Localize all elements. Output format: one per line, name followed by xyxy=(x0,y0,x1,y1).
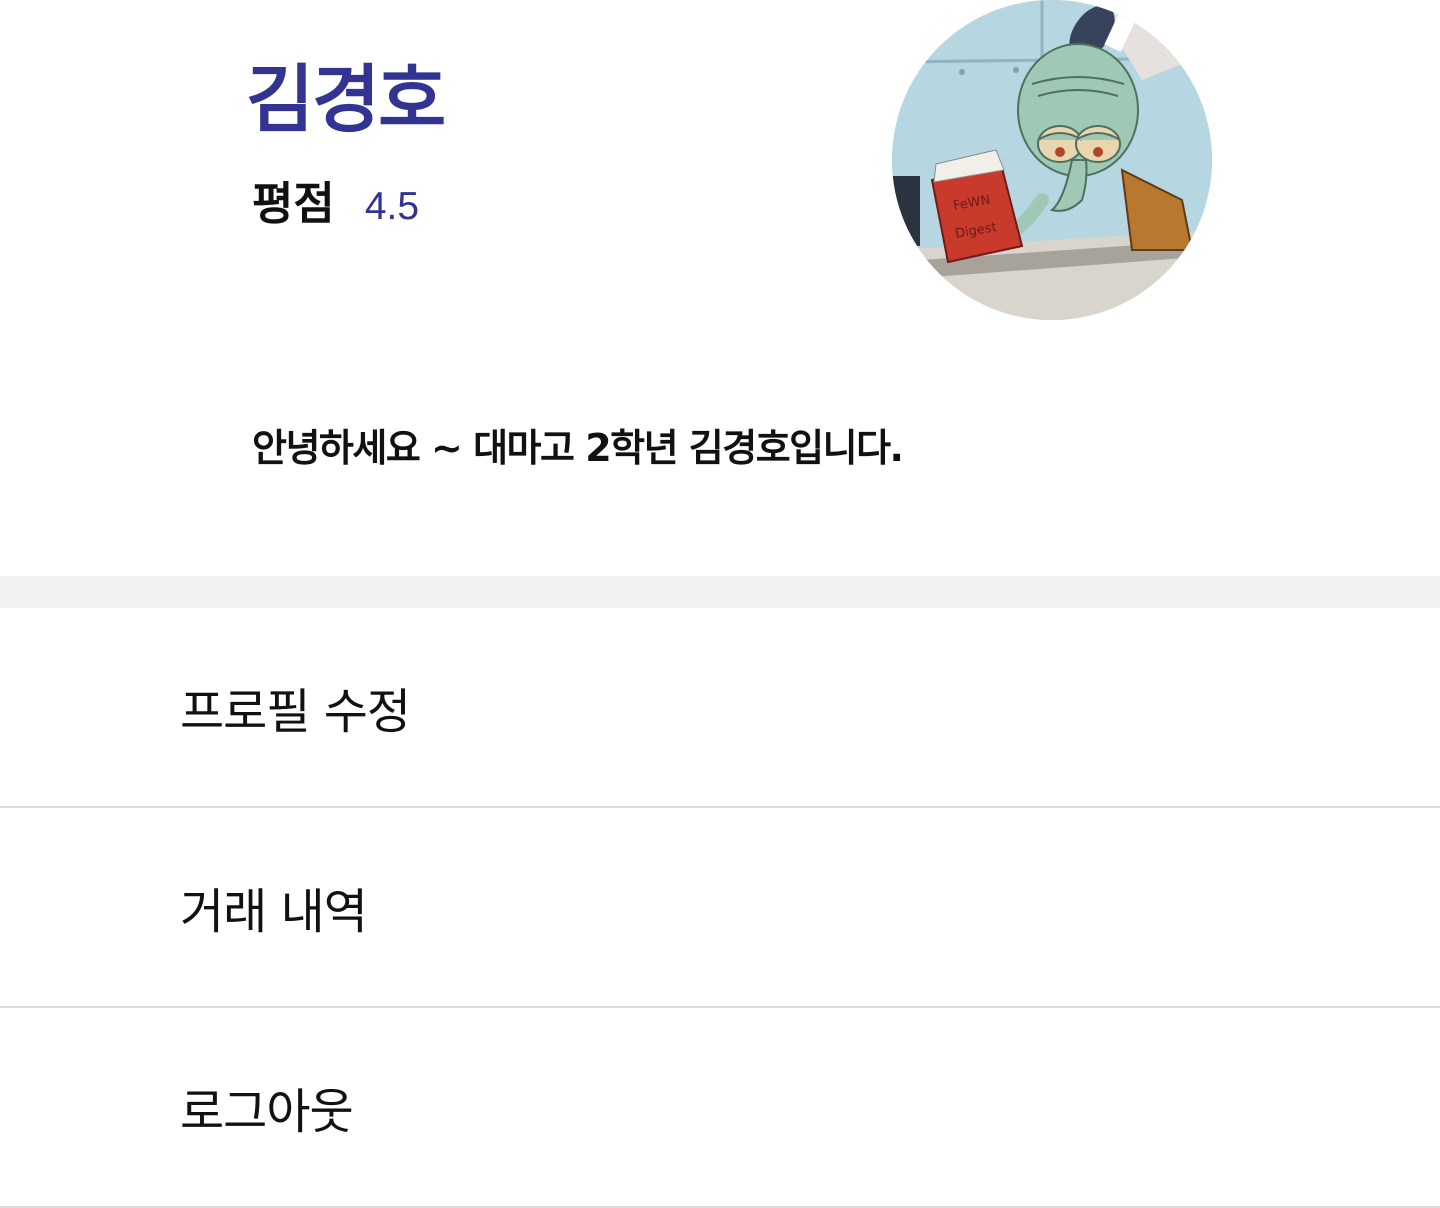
menu-item-label: 프로필 수정 xyxy=(180,684,411,740)
menu-item-label: 로그아웃 xyxy=(180,1084,354,1140)
avatar[interactable]: FeWN Digest xyxy=(892,0,1212,320)
settings-menu: 프로필 수정 거래 내역 로그아웃 xyxy=(0,608,1440,1208)
section-divider xyxy=(0,576,1440,608)
menu-item-label: 거래 내역 xyxy=(180,884,368,940)
profile-intro: 안녕하세요 ~ 대마고 2학년 김경호입니다. xyxy=(252,426,904,470)
rating-row: 평점 4.5 xyxy=(252,174,419,234)
menu-item-transaction-history[interactable]: 거래 내역 xyxy=(0,808,1440,1008)
profile-header: 김경호 평점 4.5 FeWN Digest 안녕하세요 ~ 대마고 2학년 김… xyxy=(0,0,1440,576)
menu-item-edit-profile[interactable]: 프로필 수정 xyxy=(0,608,1440,808)
user-name: 김경호 xyxy=(246,57,446,143)
avatar-illustration: FeWN Digest xyxy=(892,0,1212,320)
rating-label: 평점 xyxy=(252,177,335,230)
rating-value: 4.5 xyxy=(364,185,420,228)
menu-item-logout[interactable]: 로그아웃 xyxy=(0,1008,1440,1208)
